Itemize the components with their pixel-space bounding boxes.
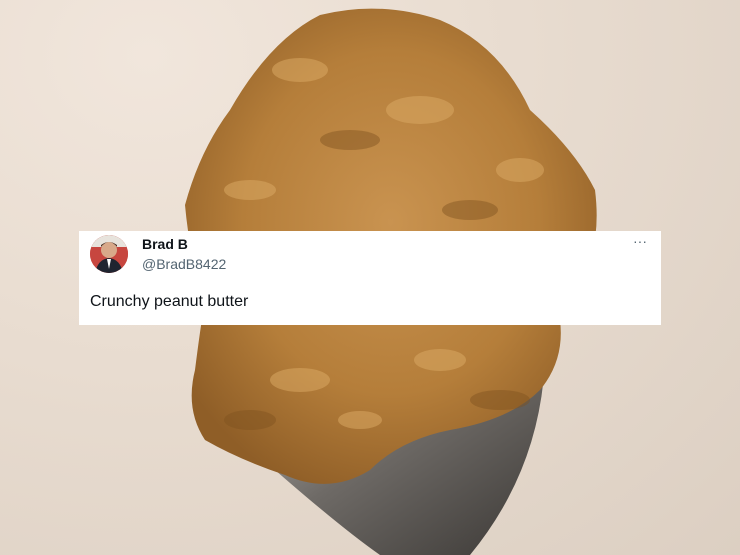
avatar-image <box>90 235 128 273</box>
tweet-text: Crunchy peanut butter <box>90 293 249 310</box>
user-handle[interactable]: @BradB8422 <box>142 256 226 272</box>
avatar[interactable] <box>90 235 128 273</box>
tweet-card[interactable]: Brad B @BradB8422 ··· Crunchy peanut but… <box>79 231 661 325</box>
display-name[interactable]: Brad B <box>142 236 188 252</box>
more-options-icon[interactable]: ··· <box>633 233 647 249</box>
